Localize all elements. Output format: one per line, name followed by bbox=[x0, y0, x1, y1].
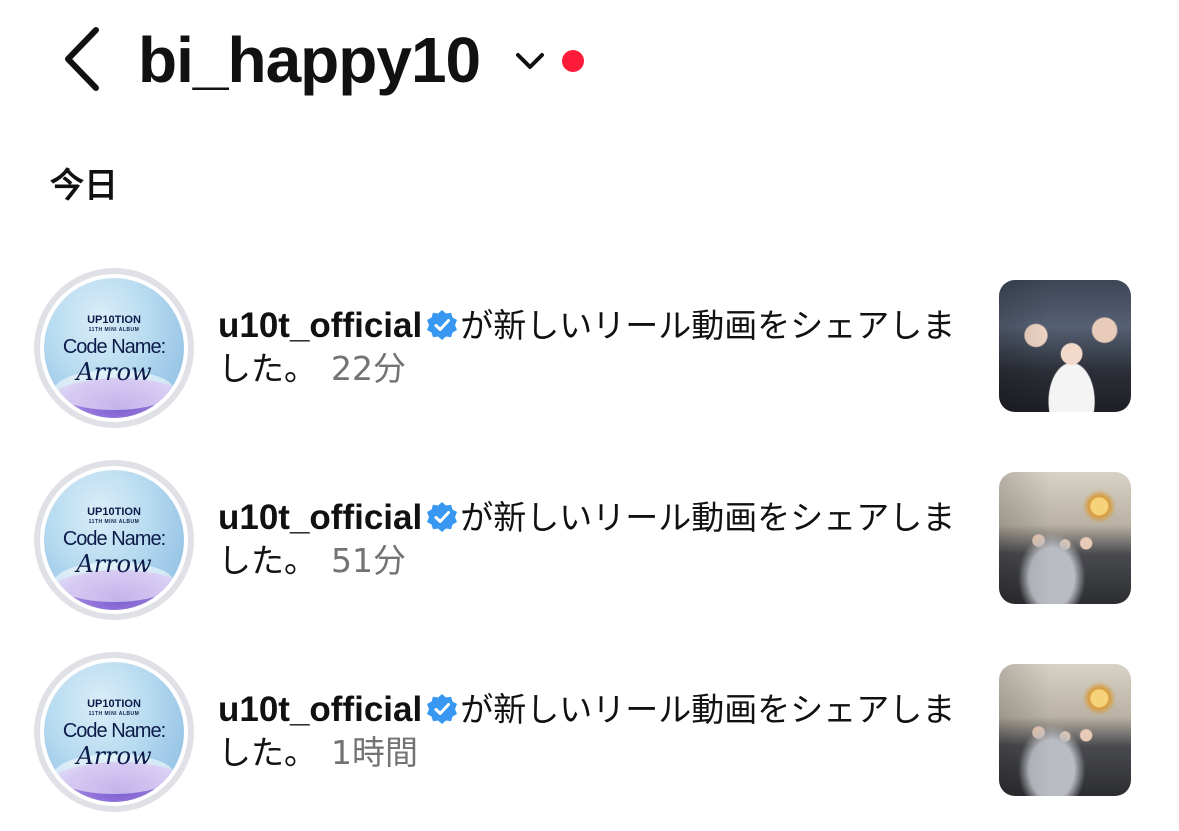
notification-time: 51分 bbox=[331, 541, 406, 580]
notification-item[interactable]: UP10TION 11TH MINI ALBUM Code Name: Arro… bbox=[0, 268, 1179, 438]
avatar-text-code-name: Code Name: bbox=[62, 528, 166, 550]
notification-text: u10t_official が新しいリール動画をシェアしました。 1時間 bbox=[218, 688, 978, 774]
account-switch-dropdown[interactable] bbox=[512, 46, 548, 76]
avatar-text-code-name: Code Name: bbox=[62, 720, 166, 742]
reel-thumbnail[interactable] bbox=[999, 664, 1131, 796]
avatar[interactable]: UP10TION 11TH MINI ALBUM Code Name: Arro… bbox=[44, 278, 184, 418]
notification-text: u10t_official が新しいリール動画をシェアしました。 22分 bbox=[218, 304, 978, 390]
avatar-text-arrow: Arrow bbox=[76, 742, 152, 770]
reel-thumbnail[interactable] bbox=[999, 472, 1131, 604]
section-title-today: 今日 bbox=[50, 166, 118, 206]
verified-badge-icon bbox=[426, 500, 458, 532]
verified-badge-icon bbox=[426, 692, 458, 724]
avatar-text-group: UP10TION bbox=[87, 314, 141, 326]
notification-username[interactable]: u10t_official bbox=[218, 498, 422, 537]
avatar-text-arrow: Arrow bbox=[76, 550, 152, 578]
avatar-text-group: UP10TION bbox=[87, 506, 141, 518]
avatar-text-arrow: Arrow bbox=[76, 358, 152, 386]
avatar[interactable]: UP10TION 11TH MINI ALBUM Code Name: Arro… bbox=[44, 662, 184, 802]
notification-username[interactable]: u10t_official bbox=[218, 306, 422, 345]
back-button[interactable] bbox=[56, 26, 112, 92]
avatar[interactable]: UP10TION 11TH MINI ALBUM Code Name: Arro… bbox=[44, 470, 184, 610]
unread-indicator-dot bbox=[562, 50, 584, 72]
avatar-text-album: 11TH MINI ALBUM bbox=[88, 519, 140, 525]
avatar-text-group: UP10TION bbox=[87, 698, 141, 710]
notification-time: 1時間 bbox=[331, 733, 418, 772]
chevron-down-icon bbox=[516, 53, 544, 69]
chevron-left-icon bbox=[65, 27, 99, 91]
notification-item[interactable]: UP10TION 11TH MINI ALBUM Code Name: Arro… bbox=[0, 652, 1179, 822]
header: bi_happy10 bbox=[0, 0, 1179, 120]
notification-text: u10t_official が新しいリール動画をシェアしました。 51分 bbox=[218, 496, 978, 582]
verified-badge-icon bbox=[426, 308, 458, 340]
avatar-text-album: 11TH MINI ALBUM bbox=[88, 327, 140, 333]
notification-time: 22分 bbox=[331, 349, 406, 388]
avatar-text-album: 11TH MINI ALBUM bbox=[88, 711, 140, 717]
notification-item[interactable]: UP10TION 11TH MINI ALBUM Code Name: Arro… bbox=[0, 460, 1179, 630]
reel-thumbnail[interactable] bbox=[999, 280, 1131, 412]
account-username[interactable]: bi_happy10 bbox=[138, 22, 481, 98]
notification-username[interactable]: u10t_official bbox=[218, 690, 422, 729]
avatar-text-code-name: Code Name: bbox=[62, 336, 166, 358]
